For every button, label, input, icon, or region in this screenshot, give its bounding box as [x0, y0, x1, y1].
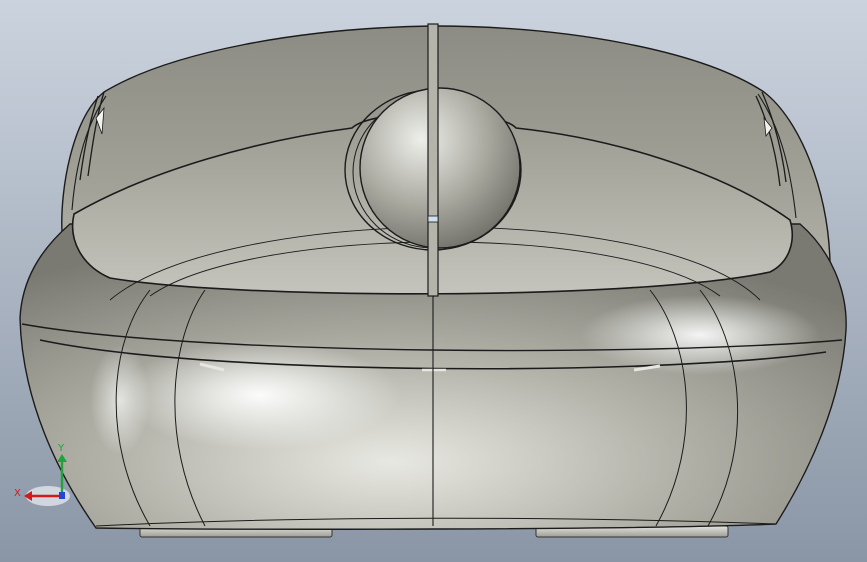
z-axis-marker	[59, 492, 65, 499]
scroll-wheel-ball[interactable]	[359, 87, 521, 249]
y-axis-arrowhead	[57, 454, 67, 462]
coordinate-triad: X Y	[14, 443, 70, 506]
graphics-viewport[interactable]: X Y	[0, 0, 867, 562]
model-scene[interactable]	[0, 0, 867, 562]
center-button-divider	[427, 23, 439, 297]
y-axis-label: Y	[57, 443, 65, 454]
x-axis-label: X	[14, 488, 21, 499]
divider-notch	[427, 215, 439, 223]
